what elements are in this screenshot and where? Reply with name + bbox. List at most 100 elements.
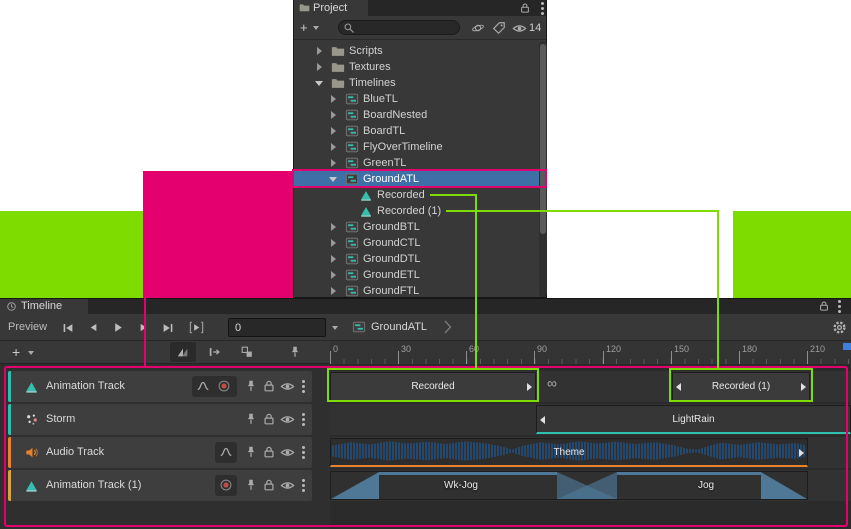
track-button-group	[192, 376, 237, 397]
clip-lightrain[interactable]: LightRain	[536, 405, 851, 434]
chevron-down-icon[interactable]	[313, 26, 319, 33]
tree-item[interactable]: Textures	[294, 59, 540, 75]
eye-icon[interactable]	[280, 478, 295, 493]
foldout-collapsed-icon[interactable]	[317, 47, 322, 55]
kebab-menu-icon[interactable]	[302, 451, 305, 454]
foldout-collapsed-icon[interactable]	[331, 95, 336, 103]
tree-item[interactable]: GreenTL	[294, 155, 540, 171]
scrollbar-thumb[interactable]	[540, 44, 546, 234]
pin-icon[interactable]	[244, 379, 258, 393]
foldout-collapsed-icon[interactable]	[331, 271, 336, 279]
foldout-expanded-icon[interactable]	[329, 177, 337, 182]
pin-icon[interactable]	[244, 478, 258, 492]
tree-item[interactable]: FlyOverTimeline	[294, 139, 540, 155]
tab-timeline[interactable]: Timeline	[0, 299, 88, 314]
frame-field[interactable]	[228, 318, 326, 337]
play-button[interactable]	[106, 318, 130, 337]
foldout-collapsed-icon[interactable]	[331, 255, 336, 263]
edit-mode-ripple-button[interactable]	[202, 342, 228, 362]
edit-mode-mix-button[interactable]	[170, 342, 196, 362]
pin-icon[interactable]	[244, 412, 258, 426]
foldout-expanded-icon[interactable]	[315, 81, 323, 86]
next-frame-button[interactable]	[131, 318, 155, 337]
time-ruler[interactable]: 0 30 60 90 120 150 180 210	[330, 341, 851, 364]
tree-item[interactable]: GroundCTL	[294, 235, 540, 251]
foldout-collapsed-icon[interactable]	[331, 159, 336, 167]
timeline-end-marker	[843, 343, 851, 350]
scrollbar-track[interactable]	[539, 41, 547, 297]
clip-out-handle-icon[interactable]	[799, 449, 804, 457]
track-header-animation-1[interactable]: Animation Track (1)	[8, 470, 312, 501]
tree-item[interactable]: Timelines	[294, 75, 540, 91]
clip-out-handle-icon[interactable]	[801, 383, 806, 391]
record-toggle-button[interactable]	[215, 475, 237, 496]
breadcrumb[interactable]: GroundATL	[371, 321, 427, 333]
lock-icon[interactable]	[262, 445, 276, 459]
tree-item[interactable]: Scripts	[294, 43, 540, 59]
tree-item-label: Timelines	[349, 77, 396, 89]
project-search-input[interactable]	[338, 20, 460, 35]
kebab-menu-icon[interactable]	[838, 305, 841, 308]
foldout-collapsed-icon[interactable]	[317, 63, 322, 71]
edit-mode-replace-button[interactable]	[234, 342, 260, 362]
clip-recorded[interactable]: Recorded	[330, 372, 536, 401]
lock-icon[interactable]	[262, 379, 276, 393]
tree-item[interactable]: BoardNested	[294, 107, 540, 123]
add-track-button[interactable]: +	[12, 345, 20, 359]
kebab-menu-icon[interactable]	[302, 418, 305, 421]
tree-item[interactable]: GroundBTL	[294, 219, 540, 235]
eye-icon[interactable]	[280, 445, 295, 460]
tree-item[interactable]: BoardTL	[294, 123, 540, 139]
eye-icon[interactable]	[280, 412, 295, 427]
foldout-collapsed-icon[interactable]	[331, 223, 336, 231]
tree-item[interactable]: BlueTL	[294, 91, 540, 107]
kebab-menu-icon[interactable]	[302, 385, 305, 388]
foldout-collapsed-icon[interactable]	[331, 143, 336, 151]
lock-icon[interactable]	[818, 300, 830, 312]
tree-item-selected[interactable]: GroundATL	[294, 171, 540, 187]
curves-toggle-icon[interactable]	[196, 379, 210, 393]
curves-toggle-button[interactable]	[215, 442, 237, 463]
kebab-menu-icon[interactable]	[302, 484, 305, 487]
marker-track-toggle[interactable]	[282, 342, 308, 362]
track-header-animation[interactable]: Animation Track	[8, 371, 312, 402]
track-header-storm[interactable]: Storm	[8, 404, 312, 435]
eye-icon[interactable]	[280, 379, 295, 394]
goto-start-button[interactable]	[56, 318, 80, 337]
foldout-collapsed-icon[interactable]	[331, 239, 336, 247]
tree-item[interactable]: Recorded	[294, 187, 540, 203]
clip-out-handle-icon[interactable]	[527, 383, 532, 391]
clip-theme-audio[interactable]: Theme	[330, 438, 808, 467]
tree-item[interactable]: GroundETL	[294, 267, 540, 283]
search-by-label-icon[interactable]	[492, 21, 506, 35]
foldout-collapsed-icon[interactable]	[331, 111, 336, 119]
tree-item[interactable]: Recorded (1)	[294, 203, 540, 219]
search-by-type-icon[interactable]	[471, 21, 485, 35]
pin-icon[interactable]	[244, 445, 258, 459]
lock-icon[interactable]	[262, 412, 276, 426]
chevron-down-icon[interactable]	[28, 351, 34, 358]
add-asset-button[interactable]: +	[300, 21, 308, 34]
previous-frame-button[interactable]	[81, 318, 105, 337]
clip-in-handle-icon[interactable]	[676, 383, 681, 391]
play-range-button[interactable]	[184, 318, 208, 337]
tree-item[interactable]: GroundFTL	[294, 283, 540, 298]
lock-icon[interactable]	[262, 478, 276, 492]
preview-button[interactable]: Preview	[8, 321, 47, 333]
goto-end-button[interactable]	[156, 318, 180, 337]
lock-icon[interactable]	[519, 2, 531, 14]
settings-button[interactable]	[827, 318, 851, 337]
record-toggle-icon[interactable]	[217, 379, 231, 393]
foldout-collapsed-icon[interactable]	[331, 287, 336, 295]
kebab-menu-icon[interactable]	[541, 7, 544, 10]
foldout-collapsed-icon[interactable]	[331, 127, 336, 135]
tab-project[interactable]: Project	[294, 0, 368, 16]
visibility-eye-icon[interactable]	[512, 21, 527, 36]
animation-clip-icon	[359, 188, 373, 202]
track-header-audio[interactable]: Audio Track	[8, 437, 312, 468]
clip-group-animation-1[interactable]: Wk-Jog Jog	[330, 471, 808, 500]
tree-item[interactable]: GroundDTL	[294, 251, 540, 267]
clip-recorded-1[interactable]: Recorded (1)	[672, 372, 810, 401]
frame-dropdown-caret[interactable]	[332, 326, 338, 333]
clip-in-handle-icon[interactable]	[540, 416, 545, 424]
